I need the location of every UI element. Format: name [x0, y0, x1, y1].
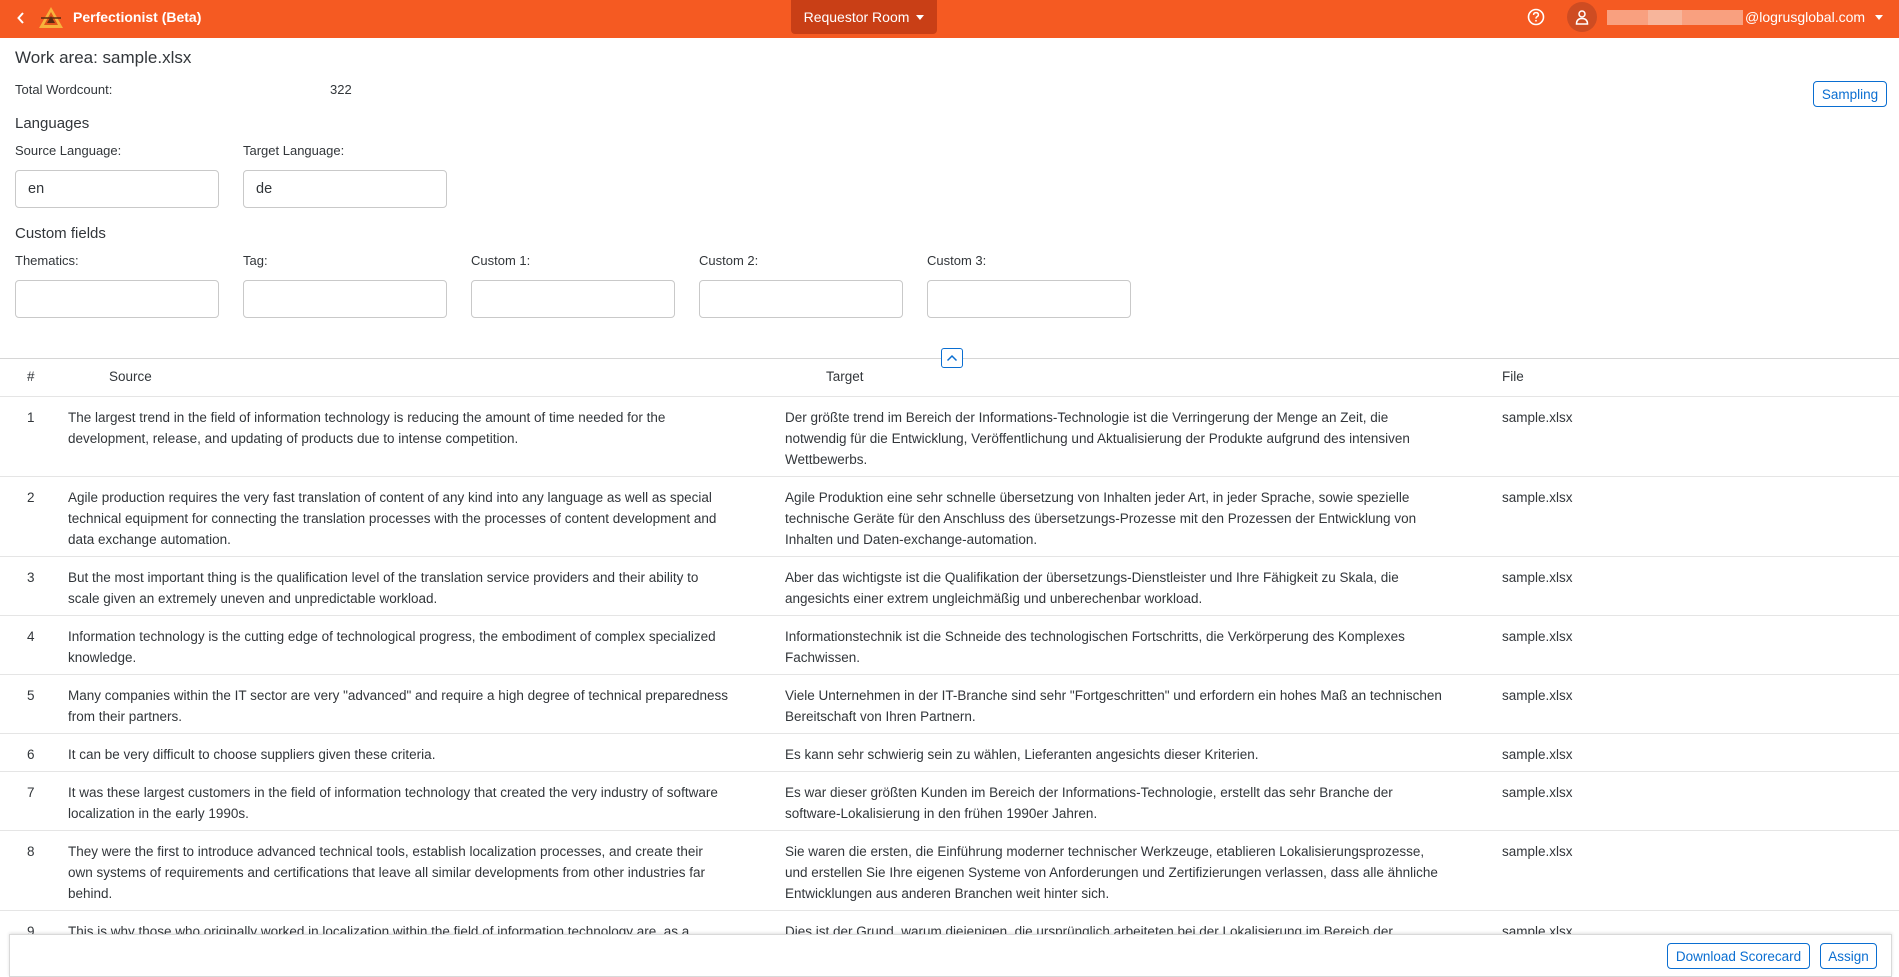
chevron-down-icon — [1875, 14, 1884, 20]
target-text: Agile Produktion eine sehr schnelle über… — [785, 490, 1417, 547]
custom1-label: Custom 1: — [471, 253, 531, 268]
assign-button[interactable]: Assign — [1820, 943, 1877, 969]
custom2-label: Custom 2: — [699, 253, 759, 268]
source-text: It was these largest customers in the fi… — [68, 785, 718, 821]
table-row[interactable]: 8 They were the first to introduce advan… — [0, 831, 1899, 911]
row-number: 5 — [27, 688, 35, 703]
target-text: Informationstechnik ist die Schneide des… — [785, 629, 1405, 665]
footer-bar — [9, 934, 1892, 977]
row-number: 2 — [27, 490, 35, 505]
custom-fields-heading: Custom fields — [15, 225, 106, 242]
custom3-label: Custom 3: — [927, 253, 987, 268]
user-menu[interactable]: @logrusglobal.com — [1607, 8, 1884, 26]
column-header-source[interactable]: Source — [109, 369, 152, 384]
target-language-field[interactable]: de — [243, 170, 447, 208]
room-selector-button[interactable]: Requestor Room — [791, 0, 937, 34]
source-text: The largest trend in the field of inform… — [68, 410, 666, 446]
user-avatar[interactable] — [1567, 2, 1597, 32]
file-name: sample.xlsx — [1502, 410, 1573, 425]
row-number: 1 — [27, 410, 35, 425]
source-text: It can be very difficult to choose suppl… — [68, 747, 436, 762]
tag-label: Tag: — [243, 253, 268, 268]
table-row[interactable]: 6 It can be very difficult to choose sup… — [0, 734, 1899, 772]
table-row[interactable]: 1 The largest trend in the field of info… — [0, 397, 1899, 477]
segments-table: 1 The largest trend in the field of info… — [0, 397, 1899, 971]
row-number: 3 — [27, 570, 35, 585]
file-name: sample.xlsx — [1502, 747, 1573, 762]
user-icon — [1575, 10, 1589, 25]
room-selector-label: Requestor Room — [803, 9, 910, 25]
row-number: 7 — [27, 785, 35, 800]
redacted-username — [1607, 9, 1743, 25]
target-text: Viele Unternehmen in der IT-Branche sind… — [785, 688, 1442, 724]
collapse-header-button[interactable] — [941, 348, 963, 368]
file-name: sample.xlsx — [1502, 629, 1573, 644]
tag-field[interactable] — [243, 280, 447, 318]
row-number: 6 — [27, 747, 35, 762]
help-icon[interactable] — [1526, 7, 1546, 27]
top-bar: Perfectionist (Beta) Requestor Room @log… — [0, 0, 1899, 38]
table-row[interactable]: 3 But the most important thing is the qu… — [0, 557, 1899, 616]
table-row[interactable]: 5 Many companies within the IT sector ar… — [0, 675, 1899, 734]
column-header-file[interactable]: File — [1502, 369, 1524, 384]
target-text: Aber das wichtigste ist die Qualifikatio… — [785, 570, 1399, 606]
page-title: Work area: sample.xlsx — [15, 48, 192, 67]
table-row[interactable]: 7 It was these largest customers in the … — [0, 772, 1899, 831]
file-name: sample.xlsx — [1502, 844, 1573, 859]
chevron-up-icon — [946, 354, 958, 362]
file-name: sample.xlsx — [1502, 688, 1573, 703]
app-title: Perfectionist (Beta) — [73, 9, 202, 25]
sampling-button[interactable]: Sampling — [1813, 81, 1887, 107]
back-icon[interactable] — [10, 7, 32, 29]
file-name: sample.xlsx — [1502, 490, 1573, 505]
source-language-label: Source Language: — [15, 143, 122, 158]
chevron-down-icon — [916, 14, 925, 20]
custom3-field[interactable] — [927, 280, 1131, 318]
source-text: Information technology is the cutting ed… — [68, 629, 716, 665]
thematics-field[interactable] — [15, 280, 219, 318]
target-text: Sie waren die ersten, die Einführung mod… — [785, 844, 1438, 901]
target-text: Es war dieser größten Kunden im Bereich … — [785, 785, 1393, 821]
target-text: Der größte trend im Bereich der Informat… — [785, 410, 1410, 467]
source-text: They were the first to introduce advance… — [68, 844, 706, 901]
user-email: @logrusglobal.com — [1745, 9, 1866, 25]
wordcount-value: 322 — [330, 82, 352, 97]
table-row[interactable]: 2 Agile production requires the very fas… — [0, 477, 1899, 557]
file-name: sample.xlsx — [1502, 785, 1573, 800]
target-language-label: Target Language: — [243, 143, 345, 158]
custom2-field[interactable] — [699, 280, 903, 318]
source-text: But the most important thing is the qual… — [68, 570, 699, 606]
row-number: 8 — [27, 844, 35, 859]
source-language-field[interactable]: en — [15, 170, 219, 208]
source-text: Agile production requires the very fast … — [68, 490, 717, 547]
row-number: 4 — [27, 629, 35, 644]
column-header-number: # — [27, 369, 35, 384]
column-header-target[interactable]: Target — [826, 369, 864, 384]
wordcount-label: Total Wordcount: — [15, 82, 113, 97]
thematics-label: Thematics: — [15, 253, 79, 268]
source-text: Many companies within the IT sector are … — [68, 688, 728, 724]
file-name: sample.xlsx — [1502, 570, 1573, 585]
table-row[interactable]: 4 Information technology is the cutting … — [0, 616, 1899, 675]
custom1-field[interactable] — [471, 280, 675, 318]
app-logo-icon — [38, 5, 64, 31]
languages-heading: Languages — [15, 115, 90, 132]
target-text: Es kann sehr schwierig sein zu wählen, L… — [785, 747, 1259, 762]
download-scorecard-button[interactable]: Download Scorecard — [1667, 943, 1810, 969]
